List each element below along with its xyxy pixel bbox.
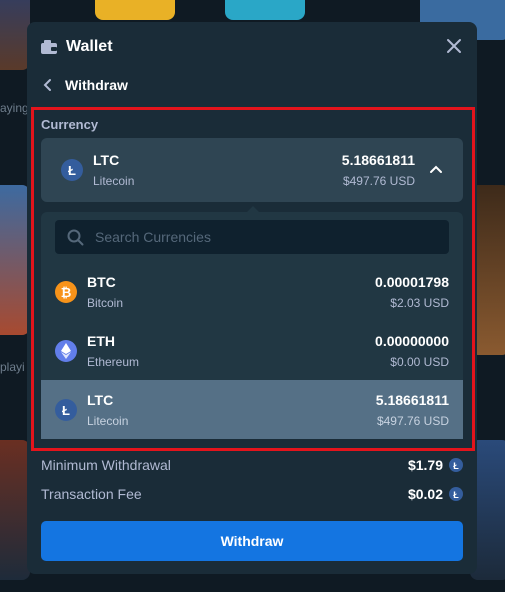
background-text: aying xyxy=(0,101,29,115)
litecoin-icon: Ł xyxy=(55,398,77,421)
background-game-tile xyxy=(0,185,30,335)
litecoin-icon: Ł xyxy=(449,487,463,501)
currency-dropdown: ₿ BTC Bitcoin 0.00001798 $2.03 USD ETH E… xyxy=(41,206,463,439)
option-name: Ethereum xyxy=(87,354,140,369)
litecoin-icon: Ł xyxy=(449,458,463,472)
svg-text:Ł: Ł xyxy=(62,403,70,418)
option-code: LTC xyxy=(87,391,114,408)
transaction-fee-row: Transaction Fee $0.02 Ł xyxy=(41,485,463,503)
chevron-left-icon xyxy=(43,79,51,91)
svg-text:Ł: Ł xyxy=(453,461,459,471)
currency-selector[interactable]: Ł LTC Litecoin 5.18661811 $497.76 USD xyxy=(41,138,463,202)
min-withdrawal-label: Minimum Withdrawal xyxy=(41,457,171,473)
svg-text:Ł: Ł xyxy=(453,490,459,500)
modal-header: Wallet xyxy=(41,36,463,58)
selected-currency-name: Litecoin xyxy=(93,174,135,188)
wallet-icon xyxy=(41,40,57,54)
background-game-tile xyxy=(225,0,305,20)
search-input[interactable] xyxy=(93,228,449,246)
background-text: playi xyxy=(0,360,25,374)
page-title: Withdraw xyxy=(65,77,128,93)
background-game-tile xyxy=(0,0,30,70)
option-amount: 0.00001798 xyxy=(375,273,449,290)
option-name: Bitcoin xyxy=(87,295,124,310)
selected-currency-usd: $497.76 USD xyxy=(342,174,415,188)
currency-option-ltc[interactable]: Ł LTC Litecoin 5.18661811 $497.76 USD xyxy=(41,380,463,439)
option-usd: $2.03 USD xyxy=(390,295,449,310)
ethereum-icon xyxy=(55,339,77,362)
option-name: Litecoin xyxy=(87,413,129,428)
modal-title: Wallet xyxy=(66,38,113,55)
selected-currency-amount: 5.18661811 xyxy=(341,152,415,168)
option-usd: $0.00 USD xyxy=(390,354,449,369)
option-code: BTC xyxy=(87,273,116,290)
transaction-fee-label: Transaction Fee xyxy=(41,486,142,502)
withdraw-button[interactable]: Withdraw xyxy=(41,521,463,561)
option-usd: $497.76 USD xyxy=(376,413,449,428)
svg-text:Ł: Ł xyxy=(68,163,76,178)
search-box xyxy=(55,220,449,254)
wallet-modal: Wallet Withdraw Currency Ł LTC Litecoin … xyxy=(27,22,477,574)
option-code: ETH xyxy=(87,332,115,349)
min-withdrawal-row: Minimum Withdrawal $1.79 Ł xyxy=(41,456,463,474)
currency-option-btc[interactable]: ₿ BTC Bitcoin 0.00001798 $2.03 USD xyxy=(41,262,463,321)
min-withdrawal-value: $1.79 xyxy=(407,457,443,473)
svg-text:₿: ₿ xyxy=(61,285,72,300)
selected-currency-code: LTC xyxy=(93,152,120,168)
option-amount: 5.18661811 xyxy=(375,391,449,408)
litecoin-icon: Ł xyxy=(61,159,83,181)
option-amount: 0.00000000 xyxy=(375,332,449,349)
background-game-tile xyxy=(0,440,30,580)
background-game-tile xyxy=(95,0,175,20)
close-icon[interactable] xyxy=(445,37,463,55)
back-button[interactable]: Withdraw xyxy=(41,74,128,96)
currency-option-eth[interactable]: ETH Ethereum 0.00000000 $0.00 USD xyxy=(41,321,463,380)
search-icon xyxy=(67,229,84,245)
currency-label: Currency xyxy=(41,117,99,132)
bitcoin-icon: ₿ xyxy=(55,280,77,303)
transaction-fee-value: $0.02 xyxy=(407,486,443,502)
chevron-up-icon xyxy=(430,165,442,173)
